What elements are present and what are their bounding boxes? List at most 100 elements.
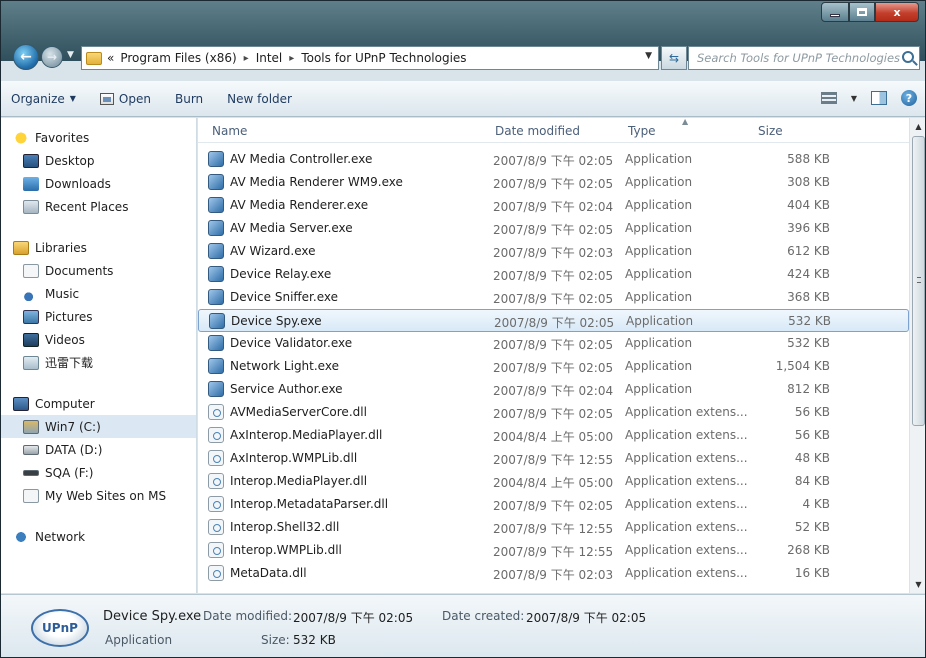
file-size: 588 KB [787, 152, 830, 166]
file-type: Application [625, 290, 693, 304]
breadcrumb-program-files[interactable]: Program Files (x86) [120, 51, 236, 65]
file-size: 16 KB [794, 566, 830, 580]
file-row[interactable]: AV Media Server.exe 2007/8/9 下午 02:05 Appl… [198, 217, 909, 240]
nav-pictures[interactable]: Pictures [1, 305, 196, 328]
file-row[interactable]: AxInterop.MediaPlayer.dll 2004/8/4 上午 05:… [198, 424, 909, 447]
file-row[interactable]: AV Wizard.exe 2007/8/9 下午 02:03 Applicatio… [198, 240, 909, 263]
file-type: Application [625, 221, 693, 235]
maximize-button[interactable] [849, 2, 875, 22]
file-size: 48 KB [794, 451, 830, 465]
column-type[interactable]: Type [628, 124, 656, 138]
file-size: 84 KB [794, 474, 830, 488]
nav-label: Recent Places [45, 199, 129, 214]
file-type: Application extens... [625, 566, 748, 580]
nav-videos[interactable]: Videos [1, 328, 196, 351]
nav-recent-places[interactable]: Recent Places [1, 195, 196, 218]
new-folder-label: New folder [227, 91, 292, 106]
column-name[interactable]: Name [212, 124, 247, 138]
file-row[interactable]: Device Sniffer.exe 2007/8/9 下午 02:05 Appli… [198, 286, 909, 309]
burn-button[interactable]: Burn [175, 92, 203, 106]
breadcrumb-intel[interactable]: Intel [256, 51, 283, 65]
open-icon [99, 92, 114, 105]
nav-favorites[interactable]: Favorites [1, 126, 196, 149]
file-size: 396 KB [787, 221, 830, 235]
file-row[interactable]: Device Validator.exe 2007/8/9 下午 02:05 App… [198, 332, 909, 355]
change-view-icon[interactable] [820, 92, 837, 104]
nav-drive-d[interactable]: DATA (D:) [1, 438, 196, 461]
file-name: AV Wizard.exe [230, 244, 316, 258]
breadcrumb-separator[interactable]: ▸ [289, 53, 294, 64]
breadcrumb-tools-for-upnp[interactable]: Tools for UPnP Technologies [301, 51, 466, 65]
file-row[interactable]: Device Relay.exe 2007/8/9 下午 02:05 Applica… [198, 263, 909, 286]
file-date-modified: 2007/8/9 下午 02:05 [493, 177, 614, 191]
file-row[interactable]: Network Light.exe 2007/8/9 下午 02:05 Applic… [198, 355, 909, 378]
nav-downloads[interactable]: Downloads [1, 172, 196, 195]
new-folder-button[interactable]: New folder [227, 92, 292, 106]
file-date-modified: 2007/8/9 下午 02:05 [493, 338, 614, 352]
nav-desktop[interactable]: Desktop [1, 149, 196, 172]
nav-my-web-sites[interactable]: My Web Sites on MS [1, 484, 196, 507]
file-row[interactable]: Device Spy.exe 2007/8/9 下午 02:05 Applicati… [198, 309, 909, 332]
forward-button[interactable]: → [41, 46, 63, 68]
column-size[interactable]: Size [758, 124, 783, 138]
recent-pages-dropdown[interactable]: ▼ [67, 50, 74, 60]
application-icon [208, 197, 224, 213]
file-name: AV Media Renderer WM9.exe [230, 175, 403, 189]
file-row[interactable]: AxInterop.WMPLib.dll 2007/8/9 下午 12:55 App… [198, 447, 909, 470]
address-bar[interactable]: « Program Files (x86) ▸ Intel ▸ Tools fo… [81, 46, 659, 70]
breadcrumb-overflow[interactable]: « [107, 51, 114, 65]
address-dropdown-icon[interactable]: ▼ [645, 51, 652, 61]
nav-network[interactable]: Network [1, 525, 196, 548]
file-row[interactable]: Interop.MetadataParser.dll 2007/8/9 下午 02… [198, 493, 909, 516]
file-row[interactable]: AVMediaServerCore.dll 2007/8/9 下午 02:05 Ap… [198, 401, 909, 424]
nav-label: Downloads [45, 176, 111, 191]
nav-label: Pictures [45, 309, 93, 324]
column-date-modified[interactable]: Date modified [495, 124, 580, 138]
breadcrumb-separator[interactable]: ▸ [244, 53, 249, 64]
nav-documents[interactable]: Documents [1, 259, 196, 282]
file-row[interactable]: Interop.WMPLib.dll 2007/8/9 下午 12:55 Appli… [198, 539, 909, 562]
nav-music[interactable]: Music [1, 282, 196, 305]
preview-pane-icon[interactable] [871, 91, 887, 105]
nav-label: Videos [45, 332, 85, 347]
file-row[interactable]: Interop.Shell32.dll 2007/8/9 下午 12:55 Appl… [198, 516, 909, 539]
dll-file-icon [208, 542, 224, 558]
nav-xunlei-downloads[interactable]: 迅雷下载 [1, 351, 196, 374]
views-dropdown-icon[interactable]: ▼ [851, 94, 857, 103]
scroll-down-button[interactable]: ▼ [910, 576, 925, 593]
details-size-value: 532 KB [293, 633, 336, 647]
scroll-up-button[interactable]: ▲ [910, 118, 925, 135]
back-button[interactable]: ← [13, 44, 39, 70]
music-icon [23, 286, 39, 301]
application-icon [208, 151, 224, 167]
search-icon[interactable] [902, 51, 914, 63]
videos-icon [23, 332, 39, 347]
file-row[interactable]: Interop.MediaPlayer.dll 2004/8/4 上午 05:00… [198, 470, 909, 493]
file-rows: AV Media Controller.exe 2007/8/9 下午 02:05… [198, 148, 909, 585]
file-row[interactable]: AV Media Controller.exe 2007/8/9 下午 02:05… [198, 148, 909, 171]
file-size: 368 KB [787, 290, 830, 304]
minimize-button[interactable] [821, 2, 849, 22]
organize-button[interactable]: Organize ▼ [11, 92, 76, 106]
scroll-thumb[interactable] [912, 136, 925, 426]
application-icon [208, 358, 224, 374]
navigation-pane: Favorites Desktop Downloads Recent Place… [1, 118, 197, 593]
nav-libraries[interactable]: Libraries [1, 236, 196, 259]
nav-computer[interactable]: Computer [1, 392, 196, 415]
close-button[interactable]: x [875, 2, 919, 22]
vertical-scrollbar[interactable]: ▲ ▼ [909, 118, 925, 593]
nav-drive-c[interactable]: Win7 (C:) [1, 415, 196, 438]
file-row[interactable]: Service Author.exe 2007/8/9 下午 02:04 Appli… [198, 378, 909, 401]
file-row[interactable]: AV Media Renderer WM9.exe 2007/8/9 下午 02:… [198, 171, 909, 194]
dll-file-icon [208, 404, 224, 420]
refresh-button[interactable]: ⇆ [661, 46, 687, 70]
file-type: Application [625, 267, 693, 281]
help-icon[interactable]: ? [901, 90, 917, 106]
nav-drive-f[interactable]: SQA (F:) [1, 461, 196, 484]
open-button[interactable]: Open [99, 92, 151, 106]
explorer-window: x ← → ▼ « Program Files (x86) ▸ Intel ▸ … [0, 0, 926, 658]
file-row[interactable]: MetaData.dll 2007/8/9 下午 02:03 Application… [198, 562, 909, 585]
search-input[interactable]: Search Tools for UPnP Technologies [688, 46, 920, 70]
file-row[interactable]: AV Media Renderer.exe 2007/8/9 下午 02:04 Ap… [198, 194, 909, 217]
computer-icon [13, 396, 29, 411]
